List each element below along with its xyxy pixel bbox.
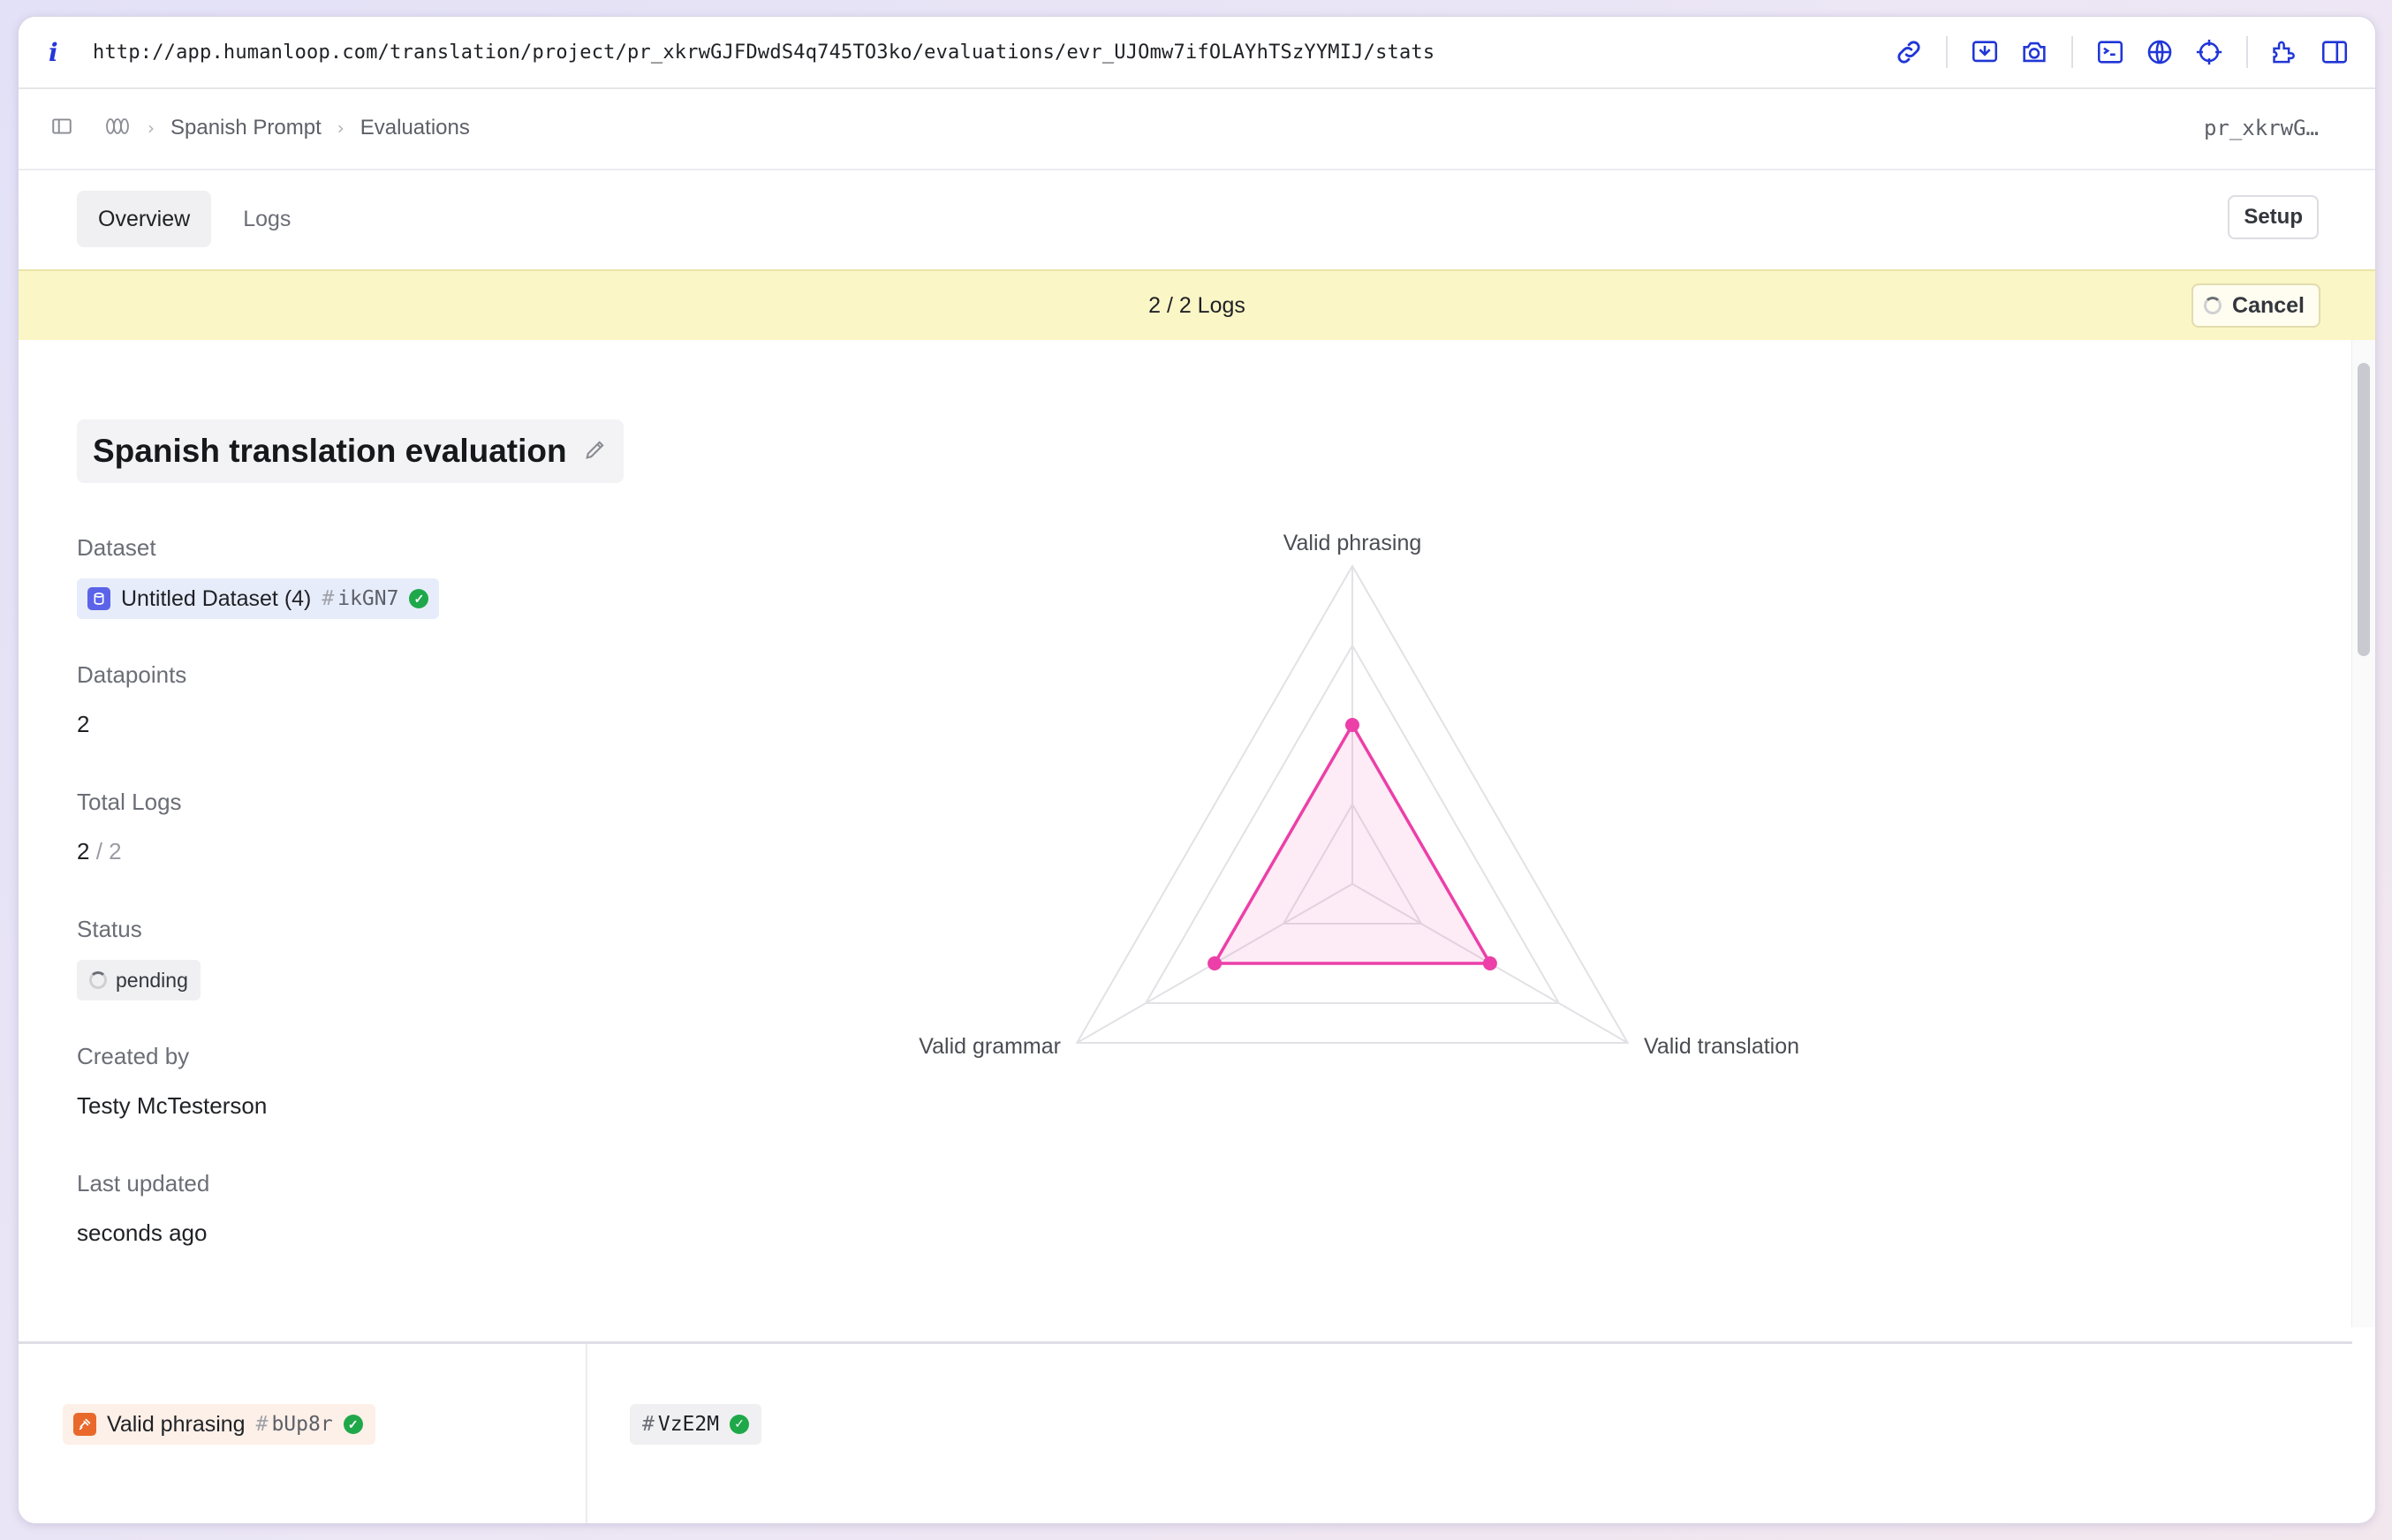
radar-series-area — [1212, 721, 1493, 965]
url-text[interactable]: http://app.humanloop.com/translation/pro… — [93, 42, 1434, 64]
browser-window: i http://app.humanloop.com/translation/p… — [18, 16, 2376, 1524]
crosshair-icon[interactable] — [2184, 27, 2234, 77]
radar-axis-label: Valid grammar — [919, 1034, 1061, 1059]
globe-icon[interactable] — [2135, 27, 2184, 77]
radar-axis-label: Valid phrasing — [1283, 531, 1422, 555]
check-circle-icon: ✓ — [730, 1415, 750, 1434]
radar-series — [1207, 718, 1497, 970]
breadcrumb: › Spanish Prompt › Evaluations pr_xkrwG… — [19, 87, 2375, 170]
humanloop-logo-icon[interactable] — [103, 115, 132, 141]
link-icon[interactable] — [1884, 27, 1934, 77]
cancel-label: Cancel — [2232, 292, 2305, 318]
scrollbar-thumb[interactable] — [2358, 363, 2370, 656]
info-icon[interactable]: i — [49, 38, 75, 67]
screen-capture-icon[interactable] — [1960, 27, 2010, 77]
radar-point[interactable] — [1482, 956, 1497, 970]
gavel-icon — [73, 1413, 96, 1436]
panel-divider — [586, 1344, 587, 1523]
toolbar-divider — [2246, 36, 2248, 68]
setup-button[interactable]: Setup — [2228, 195, 2319, 239]
browser-toolbar — [1884, 17, 2359, 87]
evaluation-overview: Spanish translation evaluation Dataset U… — [19, 340, 2352, 1327]
breadcrumb-section[interactable]: Evaluations — [360, 116, 470, 140]
evaluator-hash: # bUp8r — [255, 1413, 333, 1436]
breadcrumb-project[interactable]: Spanish Prompt — [170, 116, 322, 140]
toolbar-divider — [2071, 36, 2073, 68]
radar-axis-label: Valid translation — [1644, 1034, 1799, 1059]
tab-logs[interactable]: Logs — [222, 191, 312, 247]
radar-point[interactable] — [1207, 956, 1222, 970]
version-hash: # VzE2M — [642, 1413, 720, 1436]
project-id[interactable]: pr_xkrwG… — [2204, 116, 2319, 140]
tab-overview[interactable]: Overview — [77, 191, 212, 247]
chevron-right-icon: › — [148, 117, 155, 139]
url-bar: i http://app.humanloop.com/translation/p… — [19, 17, 2375, 89]
progress-banner: 2 / 2 Logs Cancel — [19, 269, 2375, 342]
evaluator-name: Valid phrasing — [107, 1411, 246, 1437]
tab-bar: Overview Logs Setup — [19, 169, 2375, 269]
radar-point[interactable] — [1345, 718, 1359, 732]
extension-icon[interactable] — [2260, 27, 2310, 77]
scrollbar[interactable] — [2351, 340, 2375, 1327]
spinner-icon — [2204, 297, 2222, 314]
camera-icon[interactable] — [2010, 27, 2059, 77]
cancel-button[interactable]: Cancel — [2191, 283, 2320, 328]
radar-chart: Valid phrasing Valid translation Valid g… — [919, 531, 1799, 1059]
version-chip[interactable]: # VzE2M ✓ — [630, 1404, 762, 1445]
evaluator-panel: Valid phrasing # bUp8r ✓ # VzE2M ✓ — [19, 1341, 2352, 1523]
terminal-icon[interactable] — [2085, 27, 2135, 77]
split-view-icon[interactable] — [2310, 27, 2359, 77]
progress-count: 2 / 2 Logs — [1148, 293, 1245, 318]
sidebar-toggle-icon[interactable] — [50, 115, 73, 141]
check-circle-icon: ✓ — [343, 1415, 363, 1434]
evaluator-chip[interactable]: Valid phrasing # bUp8r ✓ — [63, 1404, 375, 1445]
chevron-right-icon: › — [337, 117, 344, 139]
toolbar-divider — [1946, 36, 1948, 68]
